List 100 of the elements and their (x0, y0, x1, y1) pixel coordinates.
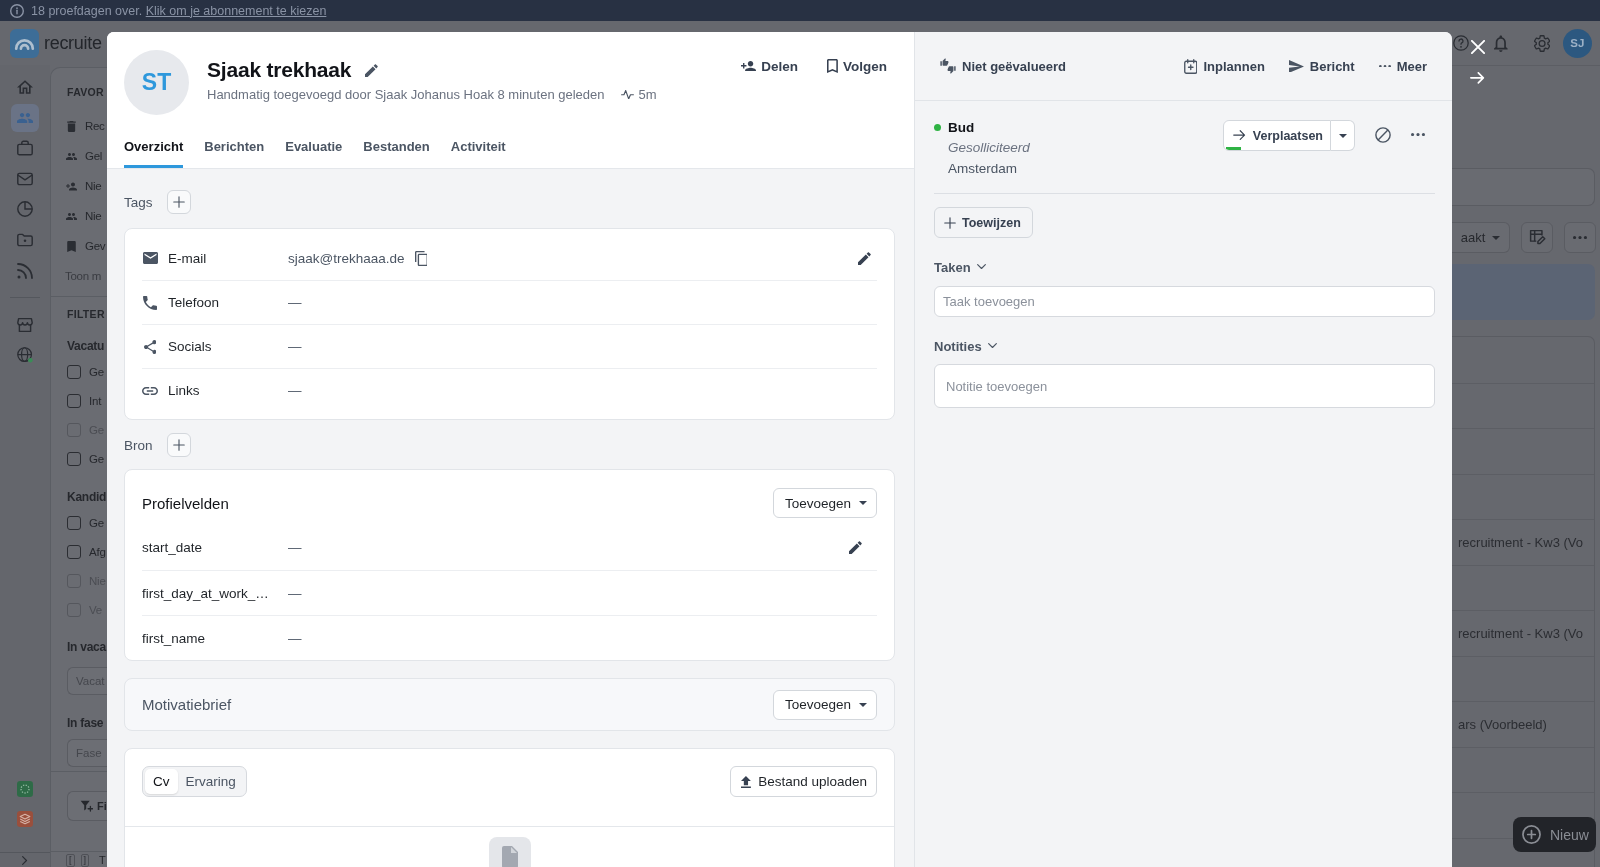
calendar-add-icon (1183, 58, 1198, 74)
message-button[interactable]: Bericht (1288, 58, 1355, 74)
checkbox[interactable] (67, 394, 81, 408)
move-button[interactable]: Verplaatsen (1222, 120, 1331, 151)
activity-time: 5m (638, 87, 657, 102)
rss-icon[interactable] (17, 262, 33, 279)
block-icon[interactable] (1375, 127, 1391, 143)
layers-icon[interactable] (17, 811, 33, 827)
field-value: — (288, 630, 302, 646)
checkbox[interactable] (67, 516, 81, 530)
note-field[interactable]: Notitie toevoegen (934, 364, 1435, 408)
assign-button[interactable]: Toewijzen (934, 207, 1033, 238)
tab[interactable]: Berichten (204, 130, 265, 168)
filter-group-title: Vacatu (67, 337, 105, 354)
add-icon (1522, 825, 1541, 844)
pie-chart-icon[interactable] (17, 201, 33, 218)
edit-icon[interactable] (849, 541, 862, 554)
source-label: Bron (124, 437, 153, 453)
copy-icon[interactable] (414, 250, 428, 266)
candidate-name: Sjaak trekhaak (207, 58, 352, 82)
add-button[interactable]: Toevoegen (772, 689, 877, 720)
tab[interactable]: Bestanden (363, 130, 430, 168)
share-icon (143, 339, 157, 354)
share-button[interactable]: Delen (741, 56, 799, 76)
added-by-text: Handmatig toegevoegd door Sjaak Johanus Hoak 8 minuten geleden (207, 87, 605, 102)
globe-icon[interactable] (17, 347, 33, 364)
filter-group-title: In fase (67, 714, 104, 731)
task-field[interactable]: Taak toevoegen (934, 286, 1435, 317)
settings-icon[interactable] (1533, 34, 1550, 52)
table-edit-icon (1528, 229, 1546, 246)
chevron-right-icon[interactable] (22, 856, 28, 865)
field-value: — (288, 383, 302, 398)
field-label: start_date (142, 540, 203, 555)
people-icon (66, 150, 77, 162)
home-icon[interactable] (17, 79, 33, 95)
logo-text: recruite (44, 32, 102, 54)
segment[interactable]: Cv (145, 769, 178, 794)
person-add-icon (741, 60, 757, 72)
candidate-avatar: ST (124, 50, 189, 115)
option-label: Ge (89, 366, 104, 378)
send-icon (1288, 59, 1304, 73)
schedule-button[interactable]: Inplannen (1183, 58, 1265, 74)
arrow-right-icon[interactable] (1470, 72, 1485, 84)
tab[interactable]: Activiteit (450, 130, 506, 168)
field-label: Telefoon (168, 295, 220, 310)
arrow-right-icon (1232, 130, 1246, 141)
add-tag-button[interactable] (166, 190, 191, 214)
row-text: recruitment - Kw3 (Vo (1458, 534, 1583, 550)
more-icon[interactable] (1411, 133, 1425, 137)
evaluation-button[interactable]: Niet geëvalueerd (940, 58, 1067, 74)
new-button[interactable]: Nieuw (1513, 817, 1596, 852)
plus-icon (172, 196, 185, 208)
add-button[interactable]: Toevoegen (772, 488, 877, 518)
keycap: [ (66, 854, 75, 867)
tab[interactable]: Evaluatie (285, 130, 343, 168)
caret-icon (859, 702, 867, 707)
field-label: first_day_at_work_… (142, 585, 269, 601)
row-text: recruitment - Kw3 (Vo (1458, 625, 1583, 641)
help-icon[interactable] (1453, 35, 1469, 51)
follow-button[interactable]: Volgen (827, 56, 887, 76)
checkbox[interactable] (67, 365, 81, 379)
briefcase-icon[interactable] (17, 140, 33, 157)
row-text: ars (Voorbeeld) (1458, 716, 1547, 732)
phone-icon (143, 295, 157, 310)
option-label: Ge (89, 517, 104, 529)
section-toggle[interactable]: Taken (934, 257, 986, 277)
people-icon[interactable] (11, 103, 39, 132)
input-field[interactable] (1452, 168, 1595, 206)
app-icon[interactable] (17, 780, 33, 797)
store-icon[interactable] (17, 316, 33, 333)
stage-name: Gesolliciteerd (948, 139, 1030, 157)
edit-icon[interactable] (365, 63, 379, 77)
more-button[interactable] (1564, 222, 1596, 253)
subscription-link[interactable]: Klik om je abonnement te kiezen (145, 3, 327, 18)
tags-label: Tags (124, 194, 153, 210)
plus-icon (172, 439, 185, 451)
close-icon[interactable] (1470, 40, 1485, 54)
folder-icon[interactable] (17, 231, 33, 248)
section-toggle[interactable]: Notities (934, 336, 997, 356)
edit-icon[interactable] (858, 251, 871, 265)
logo-icon[interactable] (10, 28, 39, 58)
tab[interactable]: Overzicht (124, 130, 184, 168)
dropdown-button[interactable] (1331, 120, 1355, 151)
checkbox[interactable] (67, 452, 81, 466)
mail-icon[interactable] (17, 170, 33, 187)
upload-icon (741, 775, 752, 788)
segment[interactable]: Ervaring (177, 769, 244, 794)
add-source-button[interactable] (166, 433, 191, 457)
field-label: E-mail (168, 250, 207, 266)
more-button[interactable]: Meer (1378, 58, 1427, 74)
table-edit-button[interactable] (1521, 222, 1553, 253)
bell-icon[interactable] (1494, 34, 1508, 52)
field-value: sjaak@trekhaaa.de (288, 250, 405, 266)
section-heading: FILTER (67, 306, 105, 321)
caret-icon (859, 501, 867, 505)
link-icon (142, 386, 158, 395)
upload-button[interactable]: Bestand uploaden (730, 766, 877, 797)
checkbox[interactable] (67, 545, 81, 559)
segmented-control[interactable]: Cv Ervaring (142, 766, 247, 797)
shortcut-label: T (99, 854, 106, 867)
